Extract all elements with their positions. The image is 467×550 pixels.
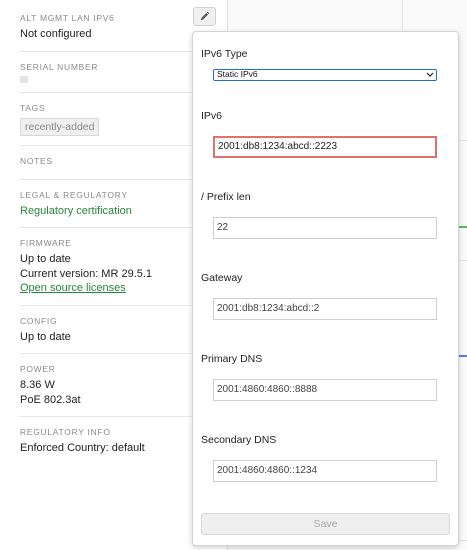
- firmware-label: FIRMWARE: [20, 238, 72, 248]
- config-label: CONFIG: [20, 315, 58, 326]
- regulatory-certification-link[interactable]: Regulatory certification: [20, 204, 207, 219]
- regulatory-info-section: REGULATORY INFO Enforced Country: defaul…: [20, 417, 207, 465]
- ipv6-type-label: IPv6 Type: [201, 48, 248, 60]
- ipv6-input[interactable]: 2001:db8:1234:abcd::2223: [213, 136, 437, 158]
- tags-section: TAGS recently-added: [20, 93, 207, 146]
- firmware-version: Current version: MR 29.5.1: [20, 267, 153, 280]
- tag-chip[interactable]: recently-added: [20, 117, 100, 136]
- open-source-licenses-link[interactable]: Open source licenses: [20, 281, 207, 296]
- alt-mgmt-label: ALT MGMT LAN IPV6: [20, 13, 115, 23]
- regulatory-info-value: Enforced Country: default: [20, 442, 145, 454]
- pencil-icon: [200, 11, 210, 21]
- regulatory-info-label: REGULATORY INFO: [20, 427, 111, 437]
- power-poe: PoE 802.3at: [20, 393, 81, 406]
- secondary-dns-input[interactable]: 2001:4860:4860::1234: [213, 460, 437, 482]
- ipv6-config-popover: IPv6 Type Static IPv6 IPv6 2001:db8:1234…: [192, 31, 459, 546]
- primary-dns-input[interactable]: 2001:4860:4860::8888: [213, 379, 437, 401]
- ipv6-label: IPv6: [201, 110, 223, 122]
- notes-label: NOTES: [20, 155, 53, 166]
- prefix-len-label: / Prefix len: [201, 191, 251, 203]
- legal-label: LEGAL & REGULATORY: [20, 189, 128, 200]
- ipv6-type-select[interactable]: Static IPv6: [213, 69, 437, 81]
- firmware-section: FIRMWARE Up to date Current version: MR …: [20, 228, 207, 306]
- edit-alt-mgmt-button[interactable]: [193, 7, 216, 26]
- legal-section: LEGAL & REGULATORY Regulatory certificat…: [20, 180, 207, 228]
- serial-label: SERIAL NUMBER: [20, 61, 99, 72]
- notes-section: NOTES: [20, 146, 207, 180]
- ipv6-type-selected: Static IPv6: [217, 69, 258, 79]
- serial-value-redacted: [20, 75, 28, 83]
- prefix-len-input[interactable]: 22: [213, 217, 437, 239]
- power-label: POWER: [20, 364, 56, 374]
- primary-dns-label: Primary DNS: [201, 353, 263, 365]
- power-watts: 8.36 W: [20, 379, 55, 391]
- alt-mgmt-value: Not configured: [20, 28, 92, 40]
- alt-mgmt-section: ALT MGMT LAN IPV6 Not configured: [20, 0, 207, 52]
- chevron-down-icon: [426, 72, 434, 77]
- serial-section: SERIAL NUMBER: [20, 52, 207, 93]
- gateway-label: Gateway: [201, 272, 243, 284]
- config-section: CONFIG Up to date: [20, 306, 207, 354]
- secondary-dns-label: Secondary DNS: [201, 434, 277, 446]
- save-button[interactable]: Save: [201, 513, 450, 535]
- power-section: POWER 8.36 W PoE 802.3at: [20, 354, 207, 417]
- tags-label: TAGS: [20, 102, 46, 113]
- config-value: Up to date: [20, 330, 71, 343]
- firmware-status: Up to date: [20, 253, 71, 265]
- gateway-input[interactable]: 2001:db8:1234:abcd::2: [213, 298, 437, 320]
